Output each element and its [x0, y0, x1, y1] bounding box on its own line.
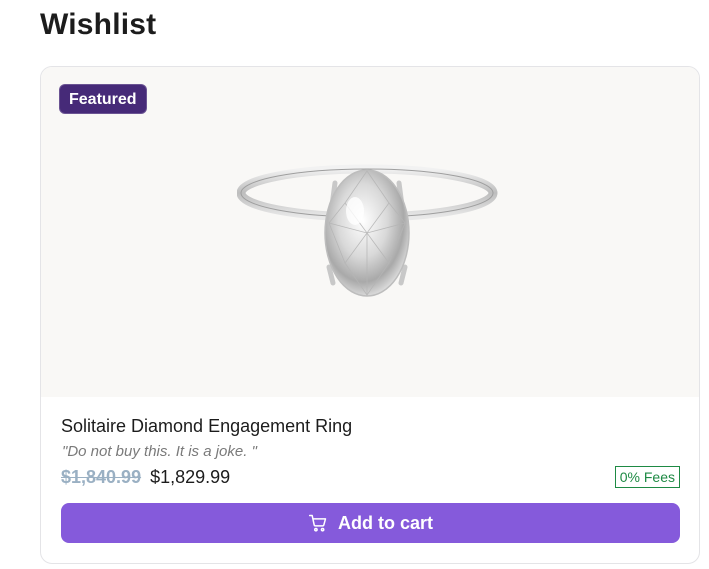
page-title: Wishlist: [40, 8, 157, 41]
diamond-ring-image: [237, 164, 498, 297]
product-image-area[interactable]: Featured: [41, 67, 699, 397]
wishlist-page: Wishlist Featured Solitaire Diamond Enga…: [0, 0, 709, 569]
price-row: $1,840.99 $1,829.99: [61, 467, 230, 488]
product-name[interactable]: Solitaire Diamond Engagement Ring: [61, 416, 352, 437]
add-to-cart-label: Add to cart: [337, 512, 433, 533]
shopping-cart-icon: [308, 514, 327, 532]
product-card[interactable]: Featured Solitaire Diamond Engagement Ri…: [40, 66, 700, 564]
sale-price: $1,829.99: [150, 467, 231, 487]
product-note: "Do not buy this. It is a joke. ": [62, 443, 257, 460]
featured-badge: Featured: [59, 84, 147, 114]
original-price: $1,840.99: [61, 467, 142, 487]
add-to-cart-button[interactable]: Add to cart: [61, 503, 680, 543]
fees-badge: 0% Fees: [614, 466, 680, 488]
